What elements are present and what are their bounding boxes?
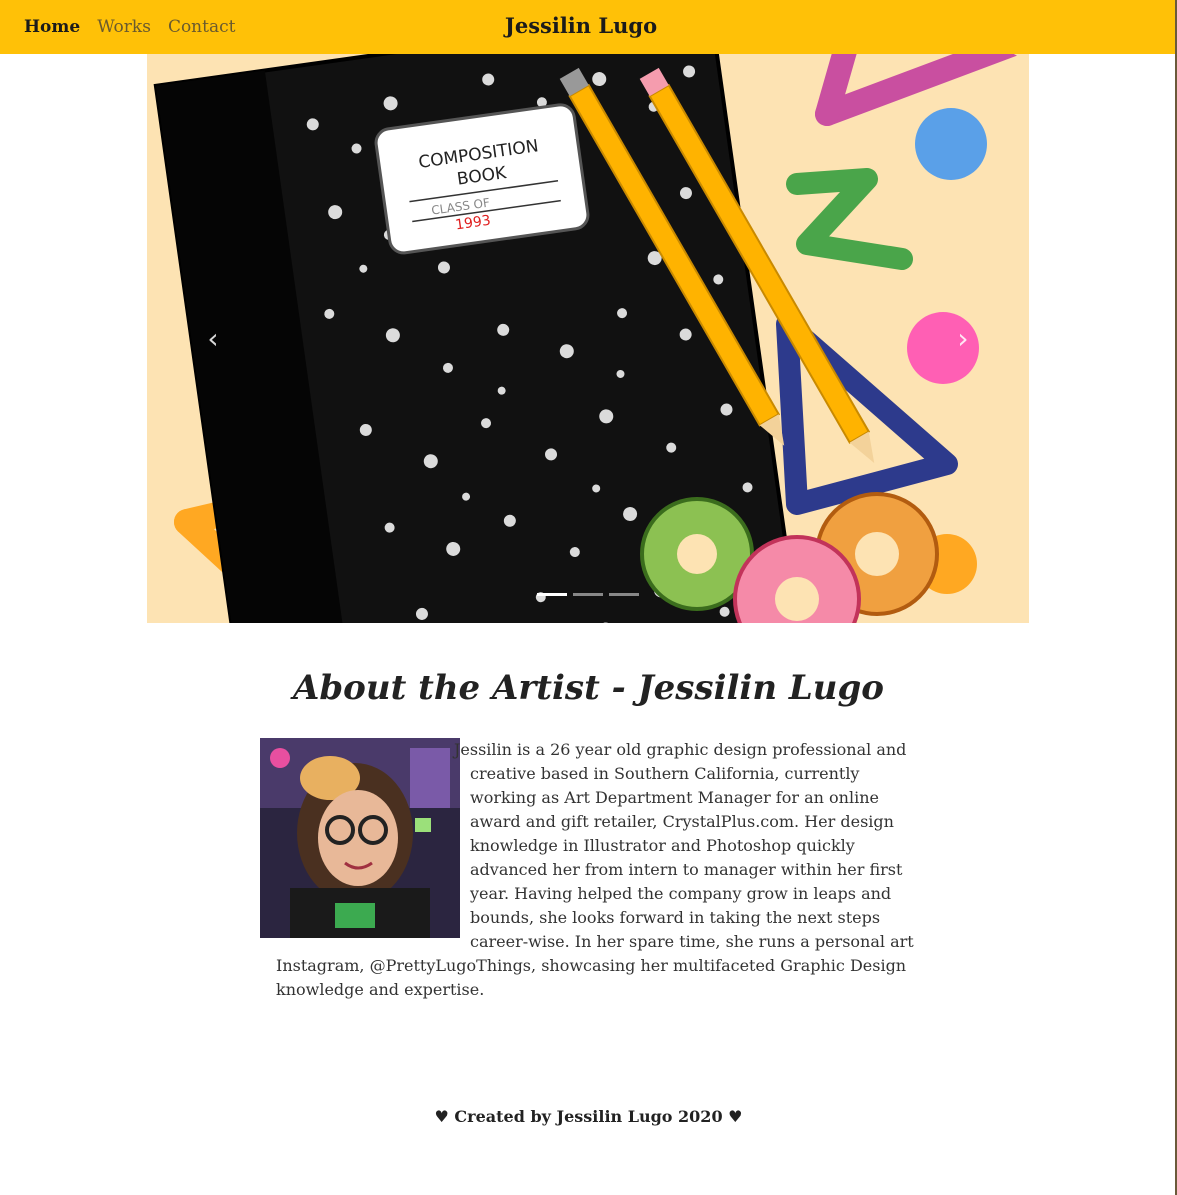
carousel-slide-image: COMPOSITION BOOK CLASS OF 1993 — [147, 54, 1029, 623]
chevron-right-icon: › — [957, 322, 969, 355]
navbar: Home Works Contact Jessilin Lugo — [0, 0, 1175, 54]
about-title: About the Artist - Jessilin Lugo — [293, 668, 884, 708]
navbar-brand[interactable]: Jessilin Lugo — [0, 0, 1162, 54]
chevron-left-icon: ‹ — [207, 322, 219, 355]
carousel-indicator-3[interactable] — [609, 593, 639, 596]
about-section: Jessilin is a 26 year old graphic design… — [260, 738, 920, 1002]
carousel-indicators — [537, 593, 639, 596]
carousel-next-button[interactable]: › — [943, 319, 983, 359]
carousel-prev-button[interactable]: ‹ — [193, 319, 233, 359]
artist-photo — [260, 738, 460, 938]
carousel: COMPOSITION BOOK CLASS OF 1993 ‹ › — [147, 54, 1029, 623]
footer-credit: ♥ Created by Jessilin Lugo 2020 ♥ — [434, 1107, 743, 1126]
carousel-indicator-2[interactable] — [573, 593, 603, 596]
carousel-indicator-1[interactable] — [537, 593, 567, 596]
